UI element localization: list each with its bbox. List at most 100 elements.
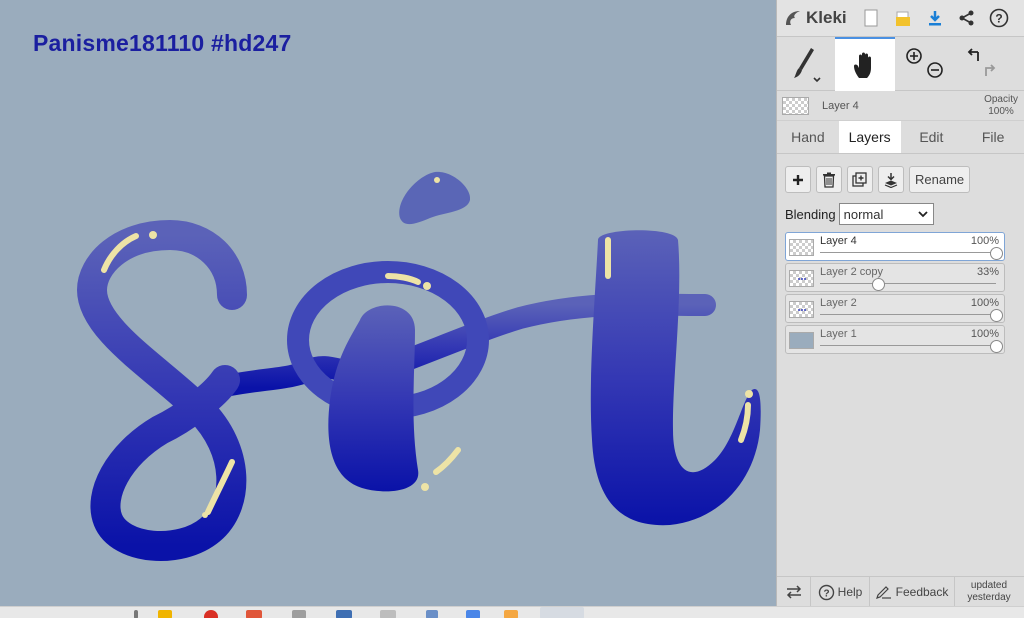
- taskbar-active-app[interactable]: [540, 607, 584, 618]
- taskbar-icon[interactable]: [426, 610, 438, 618]
- add-layer-button[interactable]: [785, 166, 811, 193]
- layer-thumbnail: [789, 270, 814, 287]
- history-controls: [953, 37, 1011, 91]
- layer-actions: Rename: [777, 154, 1024, 196]
- svg-text:?: ?: [995, 12, 1002, 26]
- active-layer-info: Layer 4 Opacity 100%: [777, 91, 1024, 121]
- layer-name: Layer 2: [820, 297, 857, 309]
- layer-opacity-track[interactable]: [820, 283, 996, 284]
- updated-info[interactable]: updated yesterday: [955, 577, 1023, 607]
- t-letter: [590, 230, 761, 526]
- tab-hand[interactable]: Hand: [777, 121, 839, 153]
- help-button[interactable]: ?: [983, 0, 1015, 37]
- layer-thumbnail: [789, 332, 814, 349]
- tab-file[interactable]: File: [962, 121, 1024, 153]
- layer-item[interactable]: Layer 4 100%: [785, 232, 1005, 261]
- taskbar-icon[interactable]: [504, 610, 518, 618]
- layer-opacity-slider[interactable]: [990, 340, 1003, 353]
- kleki-app: Panisme181110 #hd247 Kleki ? Layer 4 Opa…: [0, 0, 1024, 618]
- layer-opacity-slider[interactable]: [872, 278, 886, 291]
- kleki-logo[interactable]: Kleki: [777, 0, 855, 37]
- redo-icon: [985, 64, 996, 76]
- svg-text:?: ?: [823, 588, 829, 599]
- feedback-pen-icon: [875, 586, 891, 599]
- chevron-down-icon: [813, 77, 821, 83]
- active-layer-thumbnail: [782, 96, 809, 115]
- bottom-bar: ? Help Feedback updated yesterday: [777, 576, 1024, 607]
- top-toolbar: Kleki ?: [777, 0, 1024, 37]
- swap-side-button[interactable]: [777, 577, 811, 607]
- open-button[interactable]: [887, 0, 919, 37]
- rename-layer-button[interactable]: Rename: [909, 166, 971, 193]
- taskbar-icon[interactable]: [380, 610, 396, 618]
- layer-item[interactable]: Layer 2 100%: [785, 294, 1005, 323]
- taskbar-icon[interactable]: [336, 610, 352, 618]
- merge-down-icon: [884, 172, 898, 188]
- zoom-out-icon: [927, 62, 943, 78]
- layer-thumbnail: [789, 301, 814, 318]
- taskbar-icon[interactable]: [292, 610, 306, 618]
- os-taskbar: [0, 606, 1024, 618]
- brush-tool[interactable]: [777, 37, 835, 91]
- drawing-canvas[interactable]: Panisme181110 #hd247: [0, 0, 776, 606]
- tool-row: [777, 37, 1024, 91]
- layer-name: Layer 1: [820, 328, 857, 340]
- help-icon: ?: [818, 584, 834, 600]
- swap-arrows-icon: [786, 585, 801, 599]
- taskbar-icon[interactable]: [134, 610, 138, 618]
- blending-row: Blending normal: [777, 196, 1024, 226]
- feedback-link[interactable]: Feedback: [870, 577, 955, 607]
- help-link[interactable]: ? Help: [811, 577, 870, 607]
- blending-value: normal: [843, 206, 884, 222]
- trash-icon: [823, 172, 835, 188]
- chevron-down-icon: [917, 211, 928, 218]
- tab-layers[interactable]: Layers: [838, 121, 901, 153]
- delete-layer-button[interactable]: [816, 166, 842, 193]
- layer-opacity-slider[interactable]: [990, 247, 1003, 260]
- layer-opacity: 100%: [970, 328, 999, 340]
- taskbar-icon[interactable]: [158, 610, 172, 618]
- layer-opacity: 33%: [976, 266, 999, 278]
- layer-opacity: 100%: [970, 235, 999, 247]
- layer-opacity-slider[interactable]: [990, 309, 1003, 322]
- updated-line1: updated: [970, 580, 1008, 591]
- merge-down-button[interactable]: [878, 166, 904, 193]
- active-layer-opacity: Opacity 100%: [984, 93, 1018, 117]
- blending-label: Blending: [785, 206, 836, 222]
- blending-select[interactable]: normal: [838, 203, 934, 225]
- taskbar-icon[interactable]: [204, 610, 218, 618]
- download-button[interactable]: [919, 0, 951, 37]
- layer-item[interactable]: Layer 1 100%: [785, 325, 1005, 354]
- duplicate-layer-button[interactable]: [847, 166, 873, 193]
- share-icon: [959, 10, 974, 26]
- undo-icon: [967, 48, 979, 61]
- duplicate-icon: [852, 171, 867, 187]
- layer-item[interactable]: Layer 2 copy 33%: [785, 263, 1005, 292]
- taskbar-icon[interactable]: [466, 610, 480, 618]
- brush-icon: [794, 48, 821, 83]
- canvas-artwork: [77, 171, 761, 561]
- layer-name: Layer 2 copy: [820, 266, 883, 278]
- layer-name: Layer 4: [820, 235, 857, 247]
- side-panel: Kleki ? Layer 4 Opacity 100% Hand Layers…: [776, 0, 1024, 607]
- layer-opacity-track[interactable]: [820, 314, 996, 315]
- zoom-in-icon: [906, 48, 922, 64]
- layer-opacity-track[interactable]: [820, 345, 996, 346]
- taskbar-icon[interactable]: [246, 610, 262, 618]
- tab-edit[interactable]: Edit: [901, 121, 963, 153]
- share-button[interactable]: [951, 0, 983, 37]
- help-icon: ?: [989, 8, 1009, 28]
- logo-text: Kleki: [806, 8, 847, 27]
- zoom-controls: [895, 37, 953, 91]
- layer-opacity: 100%: [970, 297, 999, 309]
- new-image-button[interactable]: [855, 0, 887, 37]
- hand-tool[interactable]: [835, 37, 895, 91]
- plus-icon: [793, 174, 803, 185]
- canvas-caption: Panisme181110 #hd247: [33, 30, 292, 56]
- download-icon: [929, 11, 941, 26]
- layer-opacity-track[interactable]: [820, 252, 996, 253]
- feedback-label: Feedback: [895, 585, 949, 599]
- layer-list: Layer 4 100% Layer 2 copy 33% Layer 2 10…: [777, 226, 1024, 354]
- layer-thumbnail: [789, 239, 814, 256]
- kleki-logo-icon: [786, 11, 800, 25]
